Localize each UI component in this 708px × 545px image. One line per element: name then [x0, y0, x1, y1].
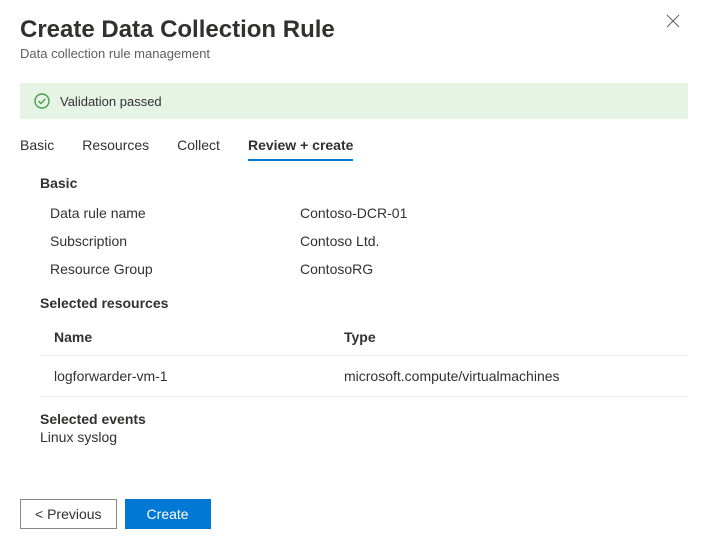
tab-resources[interactable]: Resources — [82, 137, 149, 161]
selected-events-value: Linux syslog — [40, 429, 688, 445]
field-value: Contoso Ltd. — [300, 233, 379, 249]
tabs: Basic Resources Collect Review + create — [0, 127, 708, 161]
field-label: Resource Group — [50, 261, 300, 277]
column-name: Name — [54, 329, 344, 345]
selected-events: Selected events Linux syslog — [40, 411, 688, 445]
tab-collect[interactable]: Collect — [177, 137, 220, 161]
previous-button[interactable]: < Previous — [20, 499, 117, 529]
field-resource-group: Resource Group ContosoRG — [40, 255, 688, 283]
field-label: Data rule name — [50, 205, 300, 221]
field-value: ContosoRG — [300, 261, 373, 277]
selected-resources-heading: Selected resources — [40, 295, 688, 311]
row-name: logforwarder-vm-1 — [54, 368, 344, 384]
panel-header: Create Data Collection Rule Data collect… — [0, 0, 708, 69]
selected-events-heading: Selected events — [40, 411, 688, 427]
table-header: Name Type — [40, 319, 688, 356]
column-type: Type — [344, 329, 376, 345]
field-subscription: Subscription Contoso Ltd. — [40, 227, 688, 255]
page-subtitle: Data collection rule management — [20, 46, 688, 61]
check-icon — [34, 93, 50, 109]
basic-heading: Basic — [40, 175, 688, 191]
tab-review-create[interactable]: Review + create — [248, 137, 353, 161]
field-data-rule-name: Data rule name Contoso-DCR-01 — [40, 199, 688, 227]
close-button[interactable] — [666, 14, 686, 34]
validation-banner: Validation passed — [20, 83, 688, 119]
field-value: Contoso-DCR-01 — [300, 205, 407, 221]
footer: < Previous Create — [20, 499, 211, 529]
validation-message: Validation passed — [60, 94, 162, 109]
page-title: Create Data Collection Rule — [20, 16, 688, 44]
tab-basic[interactable]: Basic — [20, 137, 54, 161]
content-area: Basic Data rule name Contoso-DCR-01 Subs… — [0, 161, 708, 465]
field-label: Subscription — [50, 233, 300, 249]
create-button[interactable]: Create — [125, 499, 211, 529]
table-row: logforwarder-vm-1 microsoft.compute/virt… — [40, 356, 688, 397]
close-icon — [666, 14, 680, 28]
row-type: microsoft.compute/virtualmachines — [344, 368, 560, 384]
